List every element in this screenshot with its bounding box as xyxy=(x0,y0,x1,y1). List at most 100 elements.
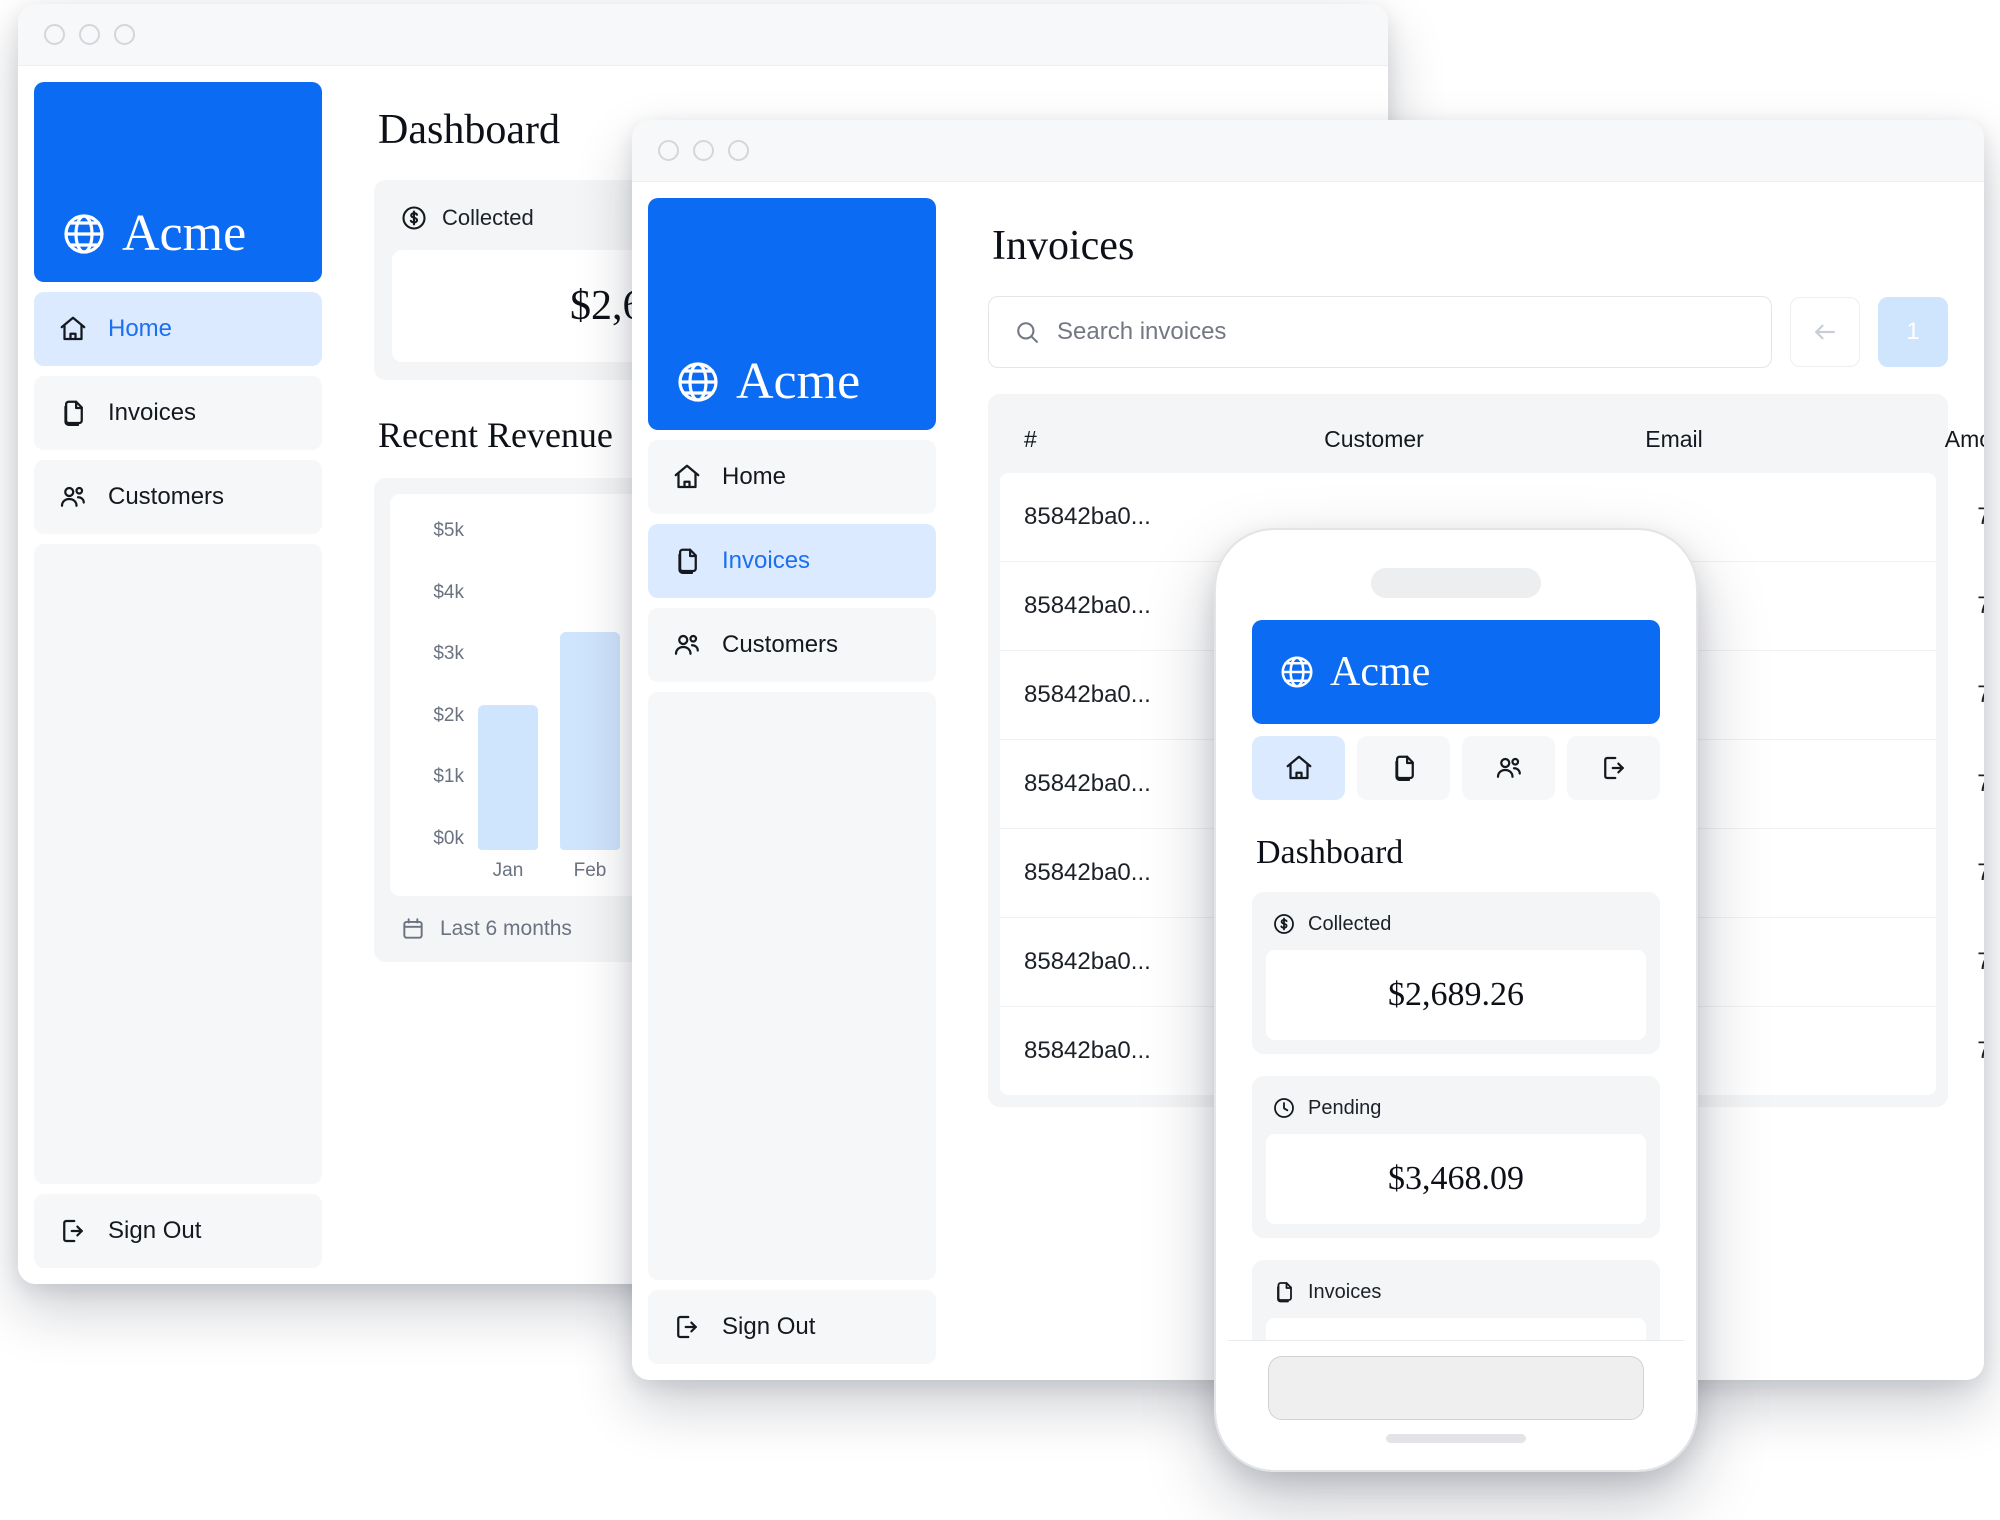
window-dot-minimize[interactable] xyxy=(693,140,714,161)
collected-label: Collected xyxy=(442,205,534,230)
sidebar-item-customers[interactable]: Customers xyxy=(34,460,322,534)
dollar-circle-icon xyxy=(400,204,428,232)
window-dot-close[interactable] xyxy=(44,24,65,45)
cell-invoice-id: 85842ba0... xyxy=(1024,948,1151,975)
invoices-sidebar: Acme Home Invoices Customers Sign Out xyxy=(632,182,952,1380)
chart-footer-label: Last 6 months xyxy=(440,917,572,940)
sidebar-item-label: Home xyxy=(108,315,173,342)
y-tick: $3k xyxy=(433,643,464,665)
mobile-nav-invoices[interactable] xyxy=(1357,736,1450,800)
search-placeholder: Search invoices xyxy=(1057,318,1227,345)
dollar-circle-icon xyxy=(1272,912,1296,936)
cell-invoice-id: 85842ba0... xyxy=(1024,503,1151,530)
chart-bar-column xyxy=(478,520,538,850)
cell-invoice-id: 85842ba0... xyxy=(1024,770,1151,797)
brand-name: Acme xyxy=(1330,649,1431,695)
sidebar-item-label: Home xyxy=(722,463,787,490)
globe-icon xyxy=(674,358,722,406)
sign-out-icon xyxy=(58,1216,88,1246)
phone-home-indicator[interactable] xyxy=(1386,1434,1526,1443)
sign-out-button[interactable]: Sign Out xyxy=(648,1290,936,1364)
mobile-card-label: Collected xyxy=(1308,912,1392,935)
brand-logo-panel[interactable]: Acme xyxy=(34,82,322,282)
page-title: Invoices xyxy=(992,223,1135,269)
cell-invoice-id: 85842ba0... xyxy=(1024,859,1151,886)
mobile-nav-sign-out[interactable] xyxy=(1567,736,1660,800)
column-header-amount[interactable]: Amount xyxy=(1824,426,1984,453)
phone-bottom-bar xyxy=(1228,1340,1684,1458)
sidebar-item-home[interactable]: Home xyxy=(648,440,936,514)
mobile-device-mockup[interactable]: Acme Dashboard Collected $2,689.26 Pendi… xyxy=(1214,528,1698,1472)
y-tick: $2k xyxy=(433,704,464,726)
calendar-icon xyxy=(400,916,426,942)
phone-input-field[interactable] xyxy=(1268,1356,1644,1420)
screenshot-stage: Acme Home Invoices Customers Sign Out Da… xyxy=(0,0,2000,1520)
cell-amount: 7.95 xyxy=(1977,503,1984,530)
pagination-page-1-button[interactable]: 1 xyxy=(1878,297,1948,367)
sidebar-item-label: Invoices xyxy=(722,547,811,574)
y-tick: $1k xyxy=(433,766,464,788)
cell-invoice-id: 85842ba0... xyxy=(1024,1037,1151,1064)
search-icon xyxy=(1013,318,1041,346)
search-input[interactable]: Search invoices xyxy=(988,296,1772,368)
mobile-nav-home[interactable] xyxy=(1252,736,1345,800)
sidebar-item-customers[interactable]: Customers xyxy=(648,608,936,682)
sidebar-item-home[interactable]: Home xyxy=(34,292,322,366)
home-icon xyxy=(1284,753,1314,783)
mobile-nav-bar xyxy=(1252,736,1660,800)
sidebar-item-label: Customers xyxy=(722,631,839,658)
mobile-screen: Acme Dashboard Collected $2,689.26 Pendi… xyxy=(1228,542,1684,1458)
window-dot-maximize[interactable] xyxy=(114,24,135,45)
mobile-page-title: Dashboard xyxy=(1256,834,1404,871)
mobile-brand-header[interactable]: Acme xyxy=(1252,620,1660,724)
documents-icon xyxy=(672,546,702,576)
pagination-prev-button[interactable] xyxy=(1790,297,1860,367)
globe-icon xyxy=(1278,653,1316,691)
invoices-nav-list: Home Invoices Customers xyxy=(648,440,936,682)
cell-amount: 7.95 xyxy=(1977,1037,1984,1064)
home-icon xyxy=(58,314,88,344)
brand-name: Acme xyxy=(122,205,247,262)
chart-y-axis: $5k $4k $3k $2k $1k $0k xyxy=(410,520,474,850)
chart-x-tick: Feb xyxy=(573,860,607,881)
cell-amount: 7.95 xyxy=(1977,681,1984,708)
phone-speaker-notch xyxy=(1371,568,1541,598)
sidebar-item-invoices[interactable]: Invoices xyxy=(648,524,936,598)
globe-icon xyxy=(60,210,108,258)
chart-bar xyxy=(560,632,620,850)
brand-name: Acme xyxy=(736,353,861,410)
sign-out-icon xyxy=(672,1312,702,1342)
sign-out-label: Sign Out xyxy=(722,1313,816,1340)
chart-bar xyxy=(478,704,538,850)
cell-amount: 7.95 xyxy=(1977,770,1984,797)
window-titlebar xyxy=(18,4,1388,66)
window-dot-maximize[interactable] xyxy=(728,140,749,161)
column-header-id[interactable]: # xyxy=(1024,426,1224,453)
sidebar-spacer xyxy=(648,692,936,1280)
sign-out-button[interactable]: Sign Out xyxy=(34,1194,322,1268)
window-dot-close[interactable] xyxy=(658,140,679,161)
mobile-card-collected: Collected $2,689.26 xyxy=(1252,892,1660,1054)
documents-icon xyxy=(1389,753,1419,783)
y-tick: $5k xyxy=(433,520,464,541)
mobile-card-pending: Pending $3,468.09 xyxy=(1252,1076,1660,1238)
cell-invoice-id: 85842ba0... xyxy=(1024,592,1151,619)
cell-customer xyxy=(1224,503,1524,531)
column-header-customer[interactable]: Customer xyxy=(1224,426,1524,453)
sign-out-label: Sign Out xyxy=(108,1217,202,1244)
sidebar-item-label: Invoices xyxy=(108,399,197,426)
brand-logo-panel[interactable]: Acme xyxy=(648,198,936,430)
dashboard-nav-list: Home Invoices Customers xyxy=(34,292,322,534)
sidebar-spacer xyxy=(34,544,322,1184)
y-tick: $4k xyxy=(433,581,464,603)
window-dot-minimize[interactable] xyxy=(79,24,100,45)
mobile-card-value: $2,689.26 xyxy=(1266,950,1646,1040)
sidebar-item-label: Customers xyxy=(108,483,225,510)
sidebar-item-invoices[interactable]: Invoices xyxy=(34,376,322,450)
cell-amount: 7.95 xyxy=(1977,592,1984,619)
mobile-nav-customers[interactable] xyxy=(1462,736,1555,800)
chart-bar-column xyxy=(560,520,620,850)
users-icon xyxy=(58,482,88,512)
arrow-left-icon xyxy=(1810,317,1840,347)
column-header-email[interactable]: Email xyxy=(1524,426,1824,453)
